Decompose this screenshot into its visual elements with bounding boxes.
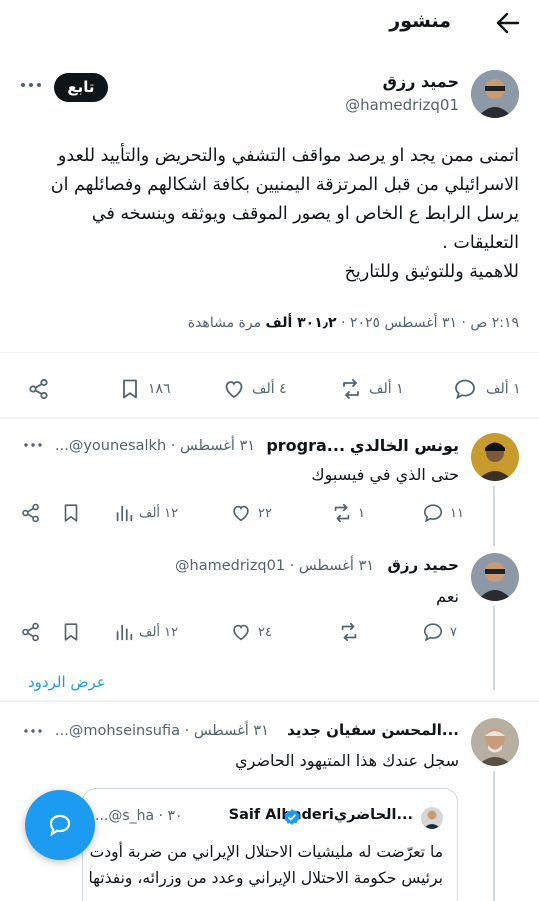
views-count: ٣٠١٫٢ ألف — [265, 315, 337, 331]
quote-text-line: برئيس حكومة الاحتلال الإيراني وعدد من وز… — [88, 869, 443, 887]
repost-icon[interactable] — [339, 377, 363, 401]
reply-avatar[interactable] — [471, 553, 519, 601]
like-count: ٢٤ — [258, 625, 272, 640]
repost-icon[interactable] — [331, 502, 353, 524]
repost-count: ١ — [358, 506, 365, 521]
compose-reply-button[interactable] — [25, 790, 95, 860]
divider — [0, 417, 539, 419]
quote-text-line: ما تعرّضت له مليشيات الاحتلال الإيراني م… — [89, 843, 443, 861]
thread-line — [493, 486, 495, 546]
quoted-post[interactable]: ...الحاضريSaif Alhaderi ...@s_ha · ٣٠ ما… — [82, 788, 458, 901]
post-text-line: للاهمية وللتوثيق وللتاريخ — [344, 262, 519, 282]
share-icon[interactable] — [20, 502, 42, 524]
reply-text: سجل عندك هذا المتيهود الحاضري — [235, 751, 459, 770]
post-text-line: يرسل الرابط ع الخاص او يصور الموقف ويوثق… — [91, 204, 519, 224]
views-count: ١٢ ألف — [139, 506, 179, 521]
quote-handle-date: ...@s_ha · ٣٠ — [95, 808, 183, 824]
post-text-line: التعليقات . — [442, 233, 519, 253]
author-name[interactable]: حميد رزق — [383, 72, 459, 91]
quote-author-name: Saif Alhaderi — [228, 807, 334, 823]
reply-count: ١١ — [450, 506, 464, 521]
bookmark-icon[interactable] — [118, 377, 142, 401]
quote-author-extra: ...الحاضري — [333, 807, 413, 823]
like-count: ٢٢ — [258, 506, 272, 521]
reply-count: ١ ألف — [486, 381, 521, 397]
page-title: منشور — [389, 10, 451, 32]
like-icon[interactable] — [230, 621, 252, 643]
reply-avatar[interactable] — [471, 433, 519, 481]
author-handle[interactable]: @hamedrizq01 — [345, 96, 459, 114]
reply-count: ٧ — [450, 625, 457, 640]
reply-header: يونس الخالدي ...progra — [266, 436, 459, 455]
reply-author-name[interactable]: يونس الخالدي — [350, 436, 459, 455]
share-icon[interactable] — [20, 621, 42, 643]
follow-button[interactable]: تابع — [54, 73, 108, 102]
bookmark-icon[interactable] — [60, 502, 82, 524]
post-timestamp[interactable]: ٢:١٩ ص · ٣١ أغسطس ٢٠٢٥ · — [337, 315, 519, 331]
top-bar: منشور — [0, 0, 539, 46]
reply-text: نعم — [436, 587, 459, 606]
author-avatar[interactable] — [471, 70, 519, 118]
like-icon[interactable] — [222, 377, 246, 401]
divider — [0, 352, 539, 353]
post-text: اتمنى ممن يجد او يرصد مواقف التشفي والتح… — [19, 142, 519, 287]
like-count: ٤ ألف — [252, 381, 287, 397]
more-options-icon[interactable] — [24, 727, 42, 735]
thread-line — [493, 606, 495, 690]
reply-author-name[interactable]: ...المحسن سفيان جديد — [287, 721, 459, 739]
reply-handle-date[interactable]: ...@younesalkh · ٣١ أغسطس — [55, 438, 255, 454]
post-text-line: الاسرائيلي من قبل المرتزقة اليمنيين بكاف… — [50, 175, 519, 195]
reply-icon[interactable] — [422, 502, 444, 524]
reply-icon[interactable] — [422, 621, 444, 643]
show-replies-link[interactable]: عرض الردود — [28, 673, 106, 691]
repost-count: ١ ألف — [369, 381, 404, 397]
views-count: ١٢ ألف — [139, 625, 179, 640]
views-label: مرة مشاهدة — [187, 315, 266, 331]
reply-handle-date[interactable]: @hamedrizq01 · ٣١ أغسطس — [175, 558, 374, 574]
back-arrow-icon[interactable] — [494, 10, 522, 36]
reply-text: حتى الذي في فيسبوك — [311, 465, 459, 484]
like-icon[interactable] — [230, 502, 252, 524]
views-icon[interactable] — [113, 621, 135, 643]
quote-header: ...الحاضريSaif Alhaderi — [229, 807, 413, 823]
more-options-icon[interactable] — [24, 441, 42, 449]
more-options-icon[interactable] — [20, 80, 42, 90]
reply-author-name[interactable]: حميد رزق — [387, 556, 459, 574]
reply-icon[interactable] — [453, 377, 477, 401]
divider — [0, 700, 539, 702]
verified-badge-icon — [283, 808, 301, 826]
reply-handle-date[interactable]: ...@mohseinsufia · ٣١ أغسطس — [55, 723, 269, 739]
thread-line — [493, 771, 495, 901]
repost-icon[interactable] — [338, 621, 360, 643]
bookmark-count: ١٨٦ — [148, 381, 171, 397]
share-icon[interactable] — [27, 377, 51, 401]
reply-avatar[interactable] — [471, 718, 519, 766]
reply-author-extra[interactable]: ...progra — [266, 436, 345, 455]
views-icon[interactable] — [113, 502, 135, 524]
post-text-line: اتمنى ممن يجد او يرصد مواقف التشفي والتح… — [57, 146, 519, 166]
bookmark-icon[interactable] — [60, 621, 82, 643]
message-icon — [47, 812, 73, 838]
quote-text: ما تعرّضت له مليشيات الاحتلال الإيراني م… — [88, 839, 443, 891]
post-meta: ٢:١٩ ص · ٣١ أغسطس ٢٠٢٥ · ٣٠١٫٢ ألف مرة م… — [188, 315, 519, 331]
quote-avatar — [421, 807, 443, 829]
